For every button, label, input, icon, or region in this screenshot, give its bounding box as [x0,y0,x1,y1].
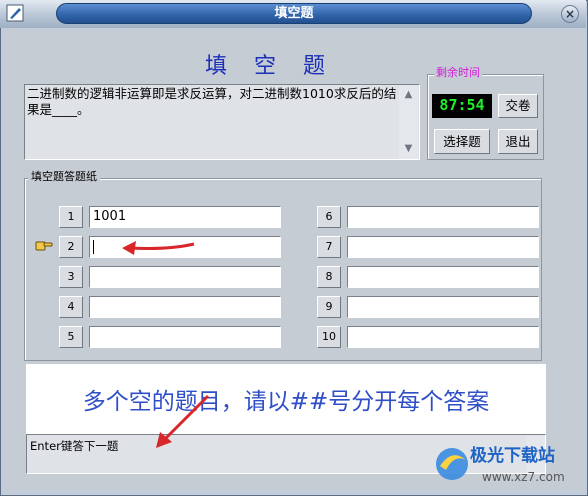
exit-button[interactable]: 退出 [498,129,538,154]
app-icon[interactable] [6,4,24,22]
scroll-down-icon[interactable]: ▼ [399,140,418,158]
answer-field[interactable] [347,206,539,228]
answer-field[interactable] [347,266,539,288]
answer-field[interactable] [347,326,539,348]
text-cursor [93,240,94,254]
submit-button[interactable]: 交卷 [498,94,538,118]
answer-number-button[interactable]: 5 [59,326,83,348]
timer-label: 剩余时间 [434,66,482,80]
answer-number-button[interactable]: 2 [59,236,83,258]
answer-number-button[interactable]: 9 [317,296,341,318]
answer-number-button[interactable]: 8 [317,266,341,288]
hand-pointer-icon [35,241,53,251]
countdown-timer: 87:54 [432,94,492,118]
answer-number-button[interactable]: 10 [317,326,341,348]
watermark-url: www.xz7.com [482,470,565,484]
answer-number-button[interactable]: 1 [59,206,83,228]
annotation-arrow-icon [156,394,210,448]
answer-number-button[interactable]: 7 [317,236,341,258]
watermark-text: 极光下载站 [470,446,555,466]
answer-field[interactable] [89,296,281,318]
answer-number-button[interactable]: 4 [59,296,83,318]
answer-field[interactable] [89,326,281,348]
annotation-arrow-icon [122,241,195,255]
close-button[interactable]: × [561,5,579,23]
answer-field[interactable] [347,236,539,258]
window-title: 填空题 [274,6,314,21]
question-text: 二进制数的逻辑非运算即是求反运算，对二进制数1010求反后的结果是____。 [27,86,397,117]
answer-number-button[interactable]: 3 [59,266,83,288]
answer-sheet-label: 填空题答题纸 [28,170,100,184]
choice-questions-button[interactable]: 选择题 [434,129,490,154]
answer-field[interactable] [89,266,281,288]
answer-field[interactable]: 1001 [89,206,281,228]
answer-field[interactable] [347,296,539,318]
scroll-up-icon[interactable]: ▲ [399,86,418,104]
answer-number-button[interactable]: 6 [317,206,341,228]
hint-banner-text: 多个空的题目，请以##号分开每个答案 [82,389,490,415]
page-heading: 填 空 题 [205,54,335,79]
